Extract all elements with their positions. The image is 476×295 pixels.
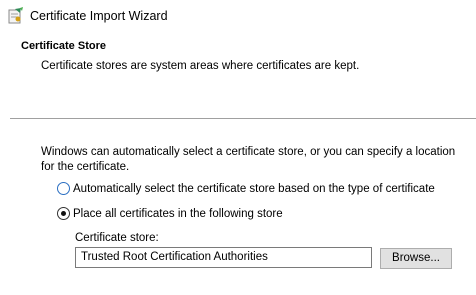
page-title: Certificate Store: [21, 40, 106, 52]
browse-button[interactable]: Browse...: [380, 248, 452, 269]
certificate-store-field[interactable]: Trusted Root Certification Authorities: [75, 247, 372, 268]
header-divider: [10, 118, 476, 119]
radio-auto-select[interactable]: Automatically select the certificate sto…: [57, 182, 435, 195]
certificate-wizard-icon: [8, 7, 24, 25]
radio-button-unchecked[interactable]: [57, 182, 70, 195]
radio-place-in-store-label: Place all certificates in the following …: [73, 207, 283, 220]
title-bar: Certificate Import Wizard: [0, 0, 476, 34]
certificate-store-label: Certificate store:: [75, 232, 159, 244]
intro-text: Windows can automatically select a certi…: [41, 146, 456, 173]
radio-button-checked[interactable]: [57, 207, 70, 220]
page-subtitle: Certificate stores are system areas wher…: [41, 60, 360, 72]
window-title: Certificate Import Wizard: [30, 9, 168, 23]
radio-auto-select-label: Automatically select the certificate sto…: [73, 182, 435, 195]
radio-place-in-store[interactable]: Place all certificates in the following …: [57, 207, 283, 220]
